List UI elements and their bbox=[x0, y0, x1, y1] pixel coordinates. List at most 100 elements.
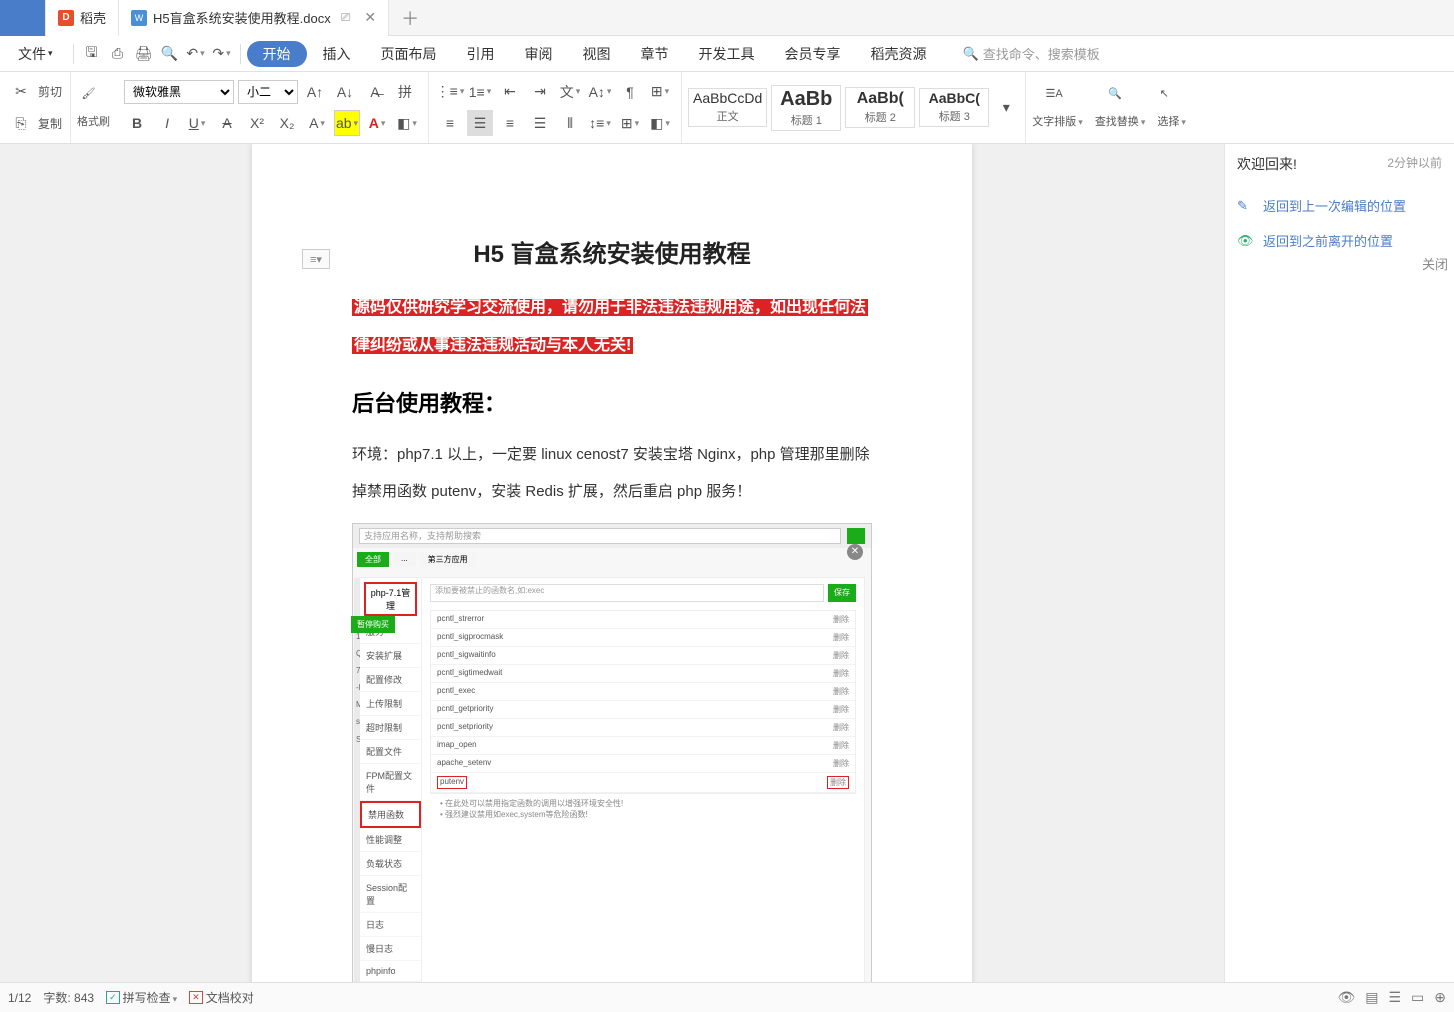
search-icon: 🔍 bbox=[1108, 87, 1132, 111]
tabs-button[interactable]: ⊞ bbox=[647, 79, 673, 105]
align-center-button[interactable]: ☰ bbox=[467, 110, 493, 136]
underline-button[interactable]: U bbox=[184, 110, 210, 136]
find-replace-button[interactable]: 🔍 查找替换 bbox=[1089, 72, 1152, 143]
menu-file[interactable]: 文件▾ bbox=[4, 36, 67, 72]
shrink-font-icon[interactable]: A↓ bbox=[332, 79, 358, 105]
align-left-button[interactable]: ≡ bbox=[437, 110, 463, 136]
undo-button[interactable]: ↶ bbox=[184, 42, 208, 66]
fill-button[interactable]: ◧ bbox=[647, 110, 673, 136]
pencil-icon: ✎ bbox=[1237, 198, 1253, 214]
document-canvas[interactable]: ≡▾ H5 盲盒系统安装使用教程 源码仅供研究学习交流使用，请勿用于非法违法违规… bbox=[0, 144, 1224, 982]
bullets-button[interactable]: ⋮≡ bbox=[437, 79, 463, 105]
menu-chapter[interactable]: 章节 bbox=[627, 36, 683, 72]
page: ≡▾ H5 盲盒系统安装使用教程 源码仅供研究学习交流使用，请勿用于非法违法违规… bbox=[252, 144, 972, 982]
menu-layout[interactable]: 页面布局 bbox=[367, 36, 451, 72]
tab-home[interactable] bbox=[0, 0, 46, 36]
text-direction-button[interactable]: 文 bbox=[557, 79, 583, 105]
superscript-button[interactable]: X² bbox=[244, 110, 270, 136]
page-view-icon[interactable]: ▤ bbox=[1365, 989, 1378, 1006]
show-marks-button[interactable]: ¶ bbox=[617, 79, 643, 105]
text-effect-button[interactable]: A bbox=[304, 110, 330, 136]
numbering-button[interactable]: 1≡ bbox=[467, 79, 493, 105]
close-icon[interactable]: ✕ bbox=[364, 9, 376, 26]
style-normal[interactable]: AaBbCcDd 正文 bbox=[688, 88, 767, 127]
style-h1[interactable]: AaBb 标题 1 bbox=[771, 85, 841, 131]
font-color-button[interactable]: A bbox=[364, 110, 390, 136]
menu-view[interactable]: 视图 bbox=[569, 36, 625, 72]
border-button[interactable]: ⊞ bbox=[617, 110, 643, 136]
cut-icon[interactable]: ✂ bbox=[8, 79, 34, 105]
paragraph-tool-icon[interactable]: ≡▾ bbox=[302, 249, 330, 269]
menu-review[interactable]: 审阅 bbox=[511, 36, 567, 72]
menu-ref[interactable]: 引用 bbox=[453, 36, 509, 72]
format-painter-button[interactable]: 🖌 格式刷 bbox=[71, 72, 116, 143]
tab-daoke[interactable]: D 稻壳 bbox=[46, 0, 119, 36]
phonetic-icon[interactable]: 拼 bbox=[392, 79, 418, 105]
menu-resource[interactable]: 稻壳资源 bbox=[857, 36, 941, 72]
search-icon: 🔍 bbox=[963, 46, 979, 62]
distribute-button[interactable]: ⫴ bbox=[557, 110, 583, 136]
copy-icon[interactable]: ⎘ bbox=[8, 110, 34, 136]
embed-tab-all: 全部 bbox=[357, 552, 389, 567]
word-count[interactable]: 字数: 843 bbox=[43, 989, 94, 1006]
menu-start[interactable]: 开始 bbox=[247, 41, 307, 67]
spellcheck-toggle[interactable]: ✓拼写检查 bbox=[106, 989, 177, 1006]
read-view-icon[interactable]: ▭ bbox=[1411, 989, 1424, 1006]
tab-document[interactable]: W H5盲盒系统安装使用教程.docx ⎚ ✕ bbox=[119, 0, 389, 36]
daoke-icon: D bbox=[58, 10, 74, 26]
text-layout-button[interactable]: ☰A 文字排版 bbox=[1026, 72, 1089, 143]
print-preview-icon[interactable]: ⎙ bbox=[106, 42, 130, 66]
decrease-indent-button[interactable]: ⇤ bbox=[497, 79, 523, 105]
bold-button[interactable]: B bbox=[124, 110, 150, 136]
embed-func-list: pcntl_strerror删除 pcntl_sigprocmask删除 pcn… bbox=[430, 610, 856, 794]
justify-button[interactable]: ☰ bbox=[527, 110, 553, 136]
menu-insert[interactable]: 插入 bbox=[309, 36, 365, 72]
new-tab-button[interactable]: ＋ bbox=[389, 5, 431, 31]
highlight-button[interactable]: ab bbox=[334, 110, 360, 136]
cut-label[interactable]: 剪切 bbox=[38, 83, 62, 100]
select-button[interactable]: ↖ 选择 bbox=[1151, 72, 1192, 143]
print-icon[interactable]: 🖨 bbox=[132, 42, 156, 66]
welcome-title: 欢迎回来! bbox=[1237, 154, 1297, 174]
menu-member[interactable]: 会员专享 bbox=[771, 36, 855, 72]
subscript-button[interactable]: X₂ bbox=[274, 110, 300, 136]
tab-label: 稻壳 bbox=[80, 8, 106, 27]
panel-close-button[interactable]: 关闭 bbox=[1422, 254, 1448, 273]
link-last-edit[interactable]: ✎ 返回到上一次编辑的位置 bbox=[1237, 188, 1442, 223]
align-button[interactable]: A↕ bbox=[587, 79, 613, 105]
welcome-time: 2分钟以前 bbox=[1387, 154, 1442, 174]
font-name-select[interactable]: 微软雅黑 bbox=[124, 80, 234, 104]
styles-more-icon[interactable]: ▾ bbox=[993, 95, 1019, 121]
save-icon[interactable]: 🖫 bbox=[80, 42, 104, 66]
strike-button[interactable]: A bbox=[214, 110, 240, 136]
eye-icon[interactable]: 👁 bbox=[1337, 989, 1355, 1006]
paragraph: 环境：php7.1 以上，一定要 linux cenost7 安装宝塔 Ngin… bbox=[352, 436, 872, 511]
embed-search-btn bbox=[847, 528, 865, 544]
command-search[interactable]: 🔍 查找命令、搜索模板 bbox=[963, 44, 1100, 63]
style-h3[interactable]: AaBbC( 标题 3 bbox=[919, 88, 989, 127]
shading-button[interactable]: ◧ bbox=[394, 110, 420, 136]
cursor-icon: ↖ bbox=[1160, 87, 1184, 111]
doccheck-toggle[interactable]: ✕文档校对 bbox=[189, 989, 254, 1006]
embed-buy-button: 暂停购买 bbox=[351, 616, 395, 633]
welcome-panel: 欢迎回来! 2分钟以前 ✎ 返回到上一次编辑的位置 👁 返回到之前离开的位置 关… bbox=[1224, 144, 1454, 982]
copy-label[interactable]: 复制 bbox=[38, 115, 62, 132]
redo-button[interactable]: ↷ bbox=[210, 42, 234, 66]
grow-font-icon[interactable]: A↑ bbox=[302, 79, 328, 105]
link-last-leave[interactable]: 👁 返回到之前离开的位置 bbox=[1237, 223, 1442, 258]
outline-view-icon[interactable]: ☰ bbox=[1388, 989, 1401, 1006]
italic-button[interactable]: I bbox=[154, 110, 180, 136]
align-right-button[interactable]: ≡ bbox=[497, 110, 523, 136]
increase-indent-button[interactable]: ⇥ bbox=[527, 79, 553, 105]
clear-format-icon[interactable]: A̶ bbox=[362, 79, 388, 105]
line-spacing-button[interactable]: ↕≡ bbox=[587, 110, 613, 136]
screen-icon[interactable]: ⎚ bbox=[341, 10, 351, 25]
embed-func-input: 添加要被禁止的函数名,如:exec bbox=[430, 584, 824, 602]
style-h2[interactable]: AaBb( 标题 2 bbox=[845, 87, 915, 129]
font-size-select[interactable]: 小二 bbox=[238, 80, 298, 104]
embed-close-icon: ✕ bbox=[847, 544, 863, 560]
web-view-icon[interactable]: ⊕ bbox=[1434, 989, 1446, 1006]
menu-dev[interactable]: 开发工具 bbox=[685, 36, 769, 72]
page-indicator[interactable]: 1/12 bbox=[8, 991, 31, 1005]
preview-icon[interactable]: 🔍 bbox=[158, 42, 182, 66]
